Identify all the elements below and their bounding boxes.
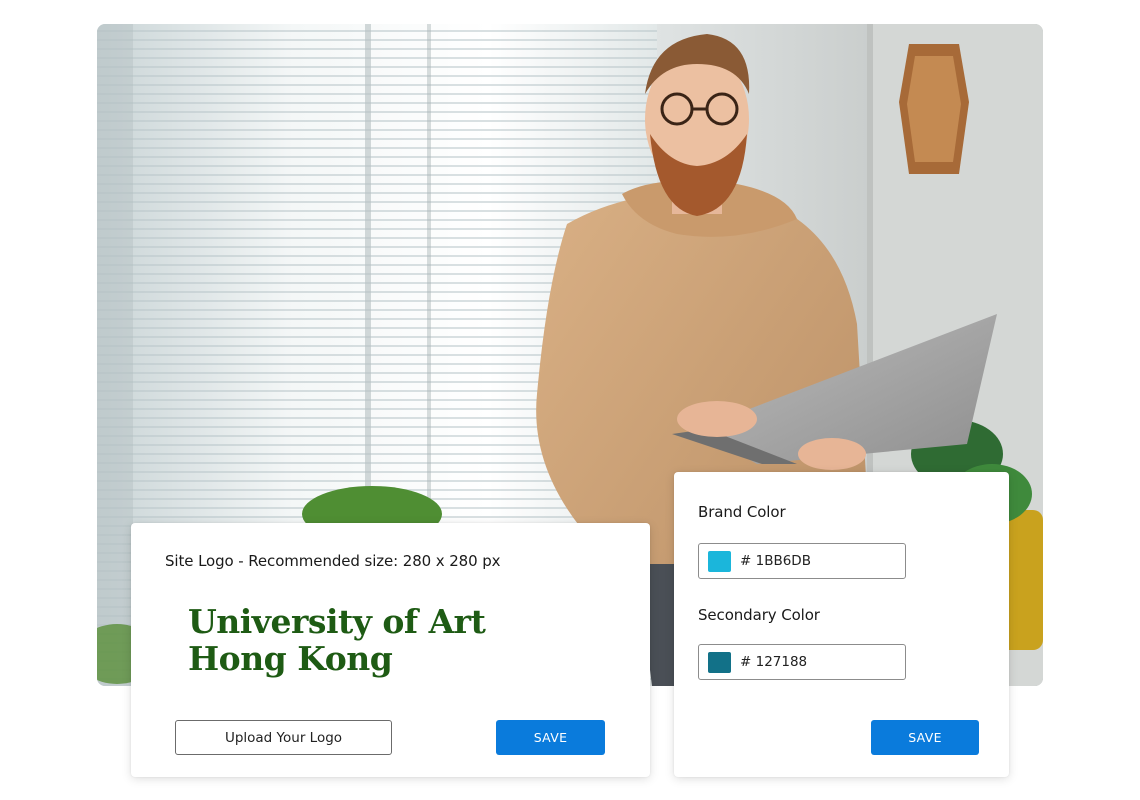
secondary-color-label: Secondary Color (698, 606, 820, 624)
upload-logo-button[interactable]: Upload Your Logo (175, 720, 392, 755)
site-logo-label: Site Logo - Recommended size: 280 x 280 … (165, 552, 501, 570)
secondary-color-swatch[interactable] (708, 652, 731, 673)
site-logo-card: Site Logo - Recommended size: 280 x 280 … (131, 523, 650, 777)
save-logo-button[interactable]: SAVE (496, 720, 605, 755)
brand-color-label: Brand Color (698, 503, 786, 521)
secondary-color-value[interactable]: # 127188 (740, 654, 807, 670)
logo-text-line1: University of Art (188, 602, 486, 641)
logo-preview: University of Art Hong Kong (188, 602, 486, 678)
logo-text-line2: Hong Kong (188, 639, 393, 678)
save-colors-button[interactable]: SAVE (871, 720, 979, 755)
color-settings-card: Brand Color # 1BB6DB Secondary Color # 1… (674, 472, 1009, 777)
brand-color-input[interactable]: # 1BB6DB (698, 543, 906, 579)
brand-color-swatch[interactable] (708, 551, 731, 572)
secondary-color-input[interactable]: # 127188 (698, 644, 906, 680)
brand-color-value[interactable]: # 1BB6DB (740, 553, 811, 569)
